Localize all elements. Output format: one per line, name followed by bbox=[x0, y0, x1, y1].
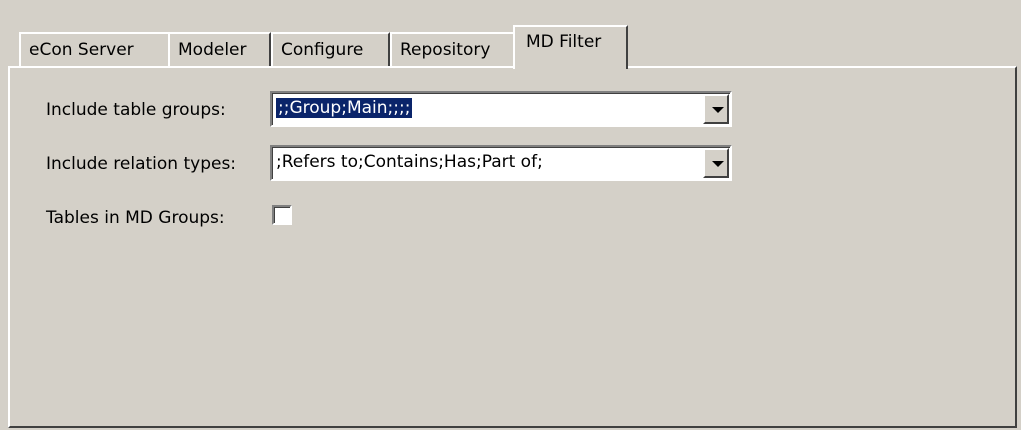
table-groups-label: Include table groups: bbox=[46, 100, 226, 120]
tab-md-filter[interactable]: MD Filter bbox=[513, 25, 628, 69]
tab-label: eCon Server bbox=[29, 40, 134, 60]
tab-configure[interactable]: Configure bbox=[271, 32, 390, 67]
md-groups-label: Tables in MD Groups: bbox=[46, 208, 225, 228]
md-groups-checkbox[interactable] bbox=[272, 205, 292, 225]
relation-types-label: Include relation types: bbox=[46, 154, 237, 174]
relation-types-dropdown-button[interactable] bbox=[703, 148, 729, 178]
tab-econ-server[interactable]: eCon Server bbox=[19, 32, 170, 67]
tab-label: Modeler bbox=[178, 40, 247, 60]
relation-types-combo[interactable]: ;Refers to;Contains;Has;Part of; bbox=[270, 145, 732, 181]
table-groups-value[interactable]: ;;Group;Main;;;; bbox=[276, 98, 413, 118]
chevron-down-icon bbox=[712, 107, 724, 113]
table-groups-dropdown-button[interactable] bbox=[703, 94, 729, 124]
tab-label: Configure bbox=[281, 40, 364, 60]
tab-label: MD Filter bbox=[526, 32, 602, 52]
table-groups-combo[interactable]: ;;Group;Main;;;; bbox=[270, 91, 732, 127]
relation-types-value[interactable]: ;Refers to;Contains;Has;Part of; bbox=[276, 152, 543, 172]
tab-modeler[interactable]: Modeler bbox=[168, 32, 271, 67]
tab-label: Repository bbox=[400, 40, 491, 60]
chevron-down-icon bbox=[712, 161, 724, 167]
tab-repository[interactable]: Repository bbox=[390, 32, 515, 67]
md-filter-panel: Include table groups: ;;Group;Main;;;; I… bbox=[8, 66, 1017, 428]
